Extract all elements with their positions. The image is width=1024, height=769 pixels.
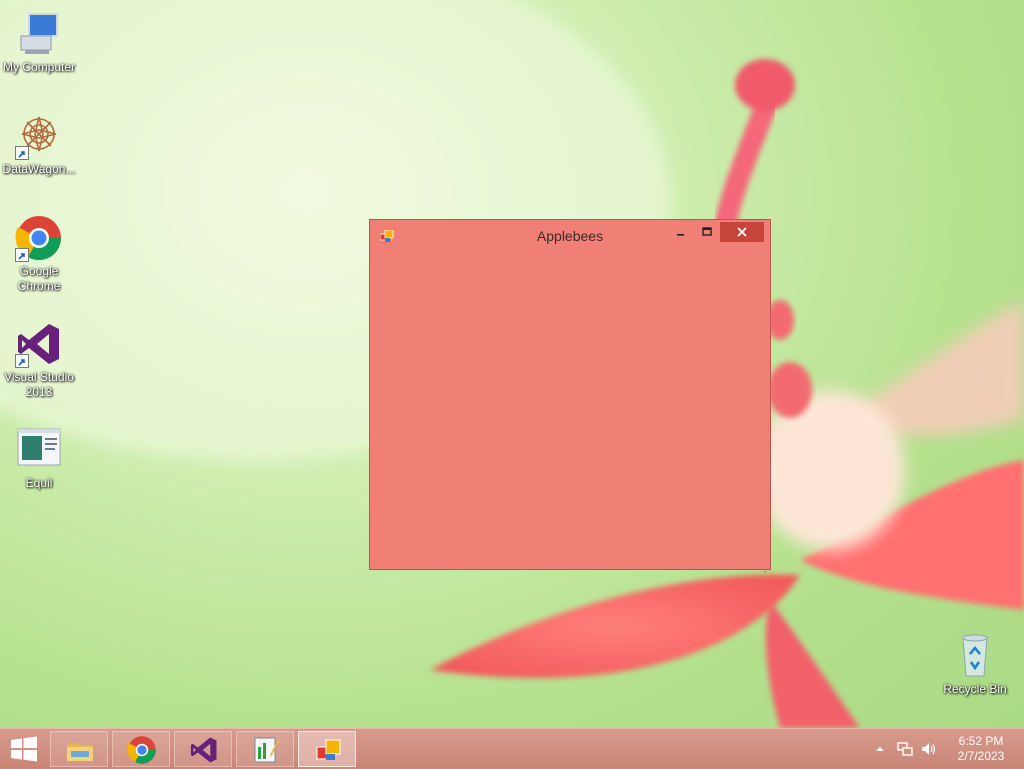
equil-icon <box>254 737 279 763</box>
shortcut-arrow-icon <box>15 146 29 160</box>
desktop-icon-label: DataWagon... <box>2 162 76 176</box>
equil-icon <box>15 426 63 474</box>
resize-grip-icon[interactable] <box>761 560 767 573</box>
shortcut-arrow-icon <box>15 354 29 368</box>
taskbar: 6:52 PM 2/7/2023 <box>0 728 1024 769</box>
desktop-icon-label: Recycle Bin <box>943 682 1007 696</box>
taskbar-google-chrome[interactable] <box>112 731 170 767</box>
minimize-button[interactable] <box>668 222 694 242</box>
desktop-icon-label: Equil <box>25 476 53 490</box>
network-button[interactable] <box>896 740 914 758</box>
desktop-icon-visual-studio[interactable]: Visual Studio 2013 <box>0 320 78 400</box>
chrome-icon <box>127 736 156 764</box>
speaker-icon <box>922 743 936 755</box>
network-icon <box>897 742 913 756</box>
minimize-icon <box>677 234 684 236</box>
desktop-icon-datawagon[interactable]: DataWagon... <box>0 112 78 177</box>
show-hidden-icons-button[interactable] <box>872 741 888 757</box>
clock-date: 2/7/2023 <box>957 749 1005 763</box>
chrome-icon <box>15 214 63 262</box>
visual-studio-icon <box>15 320 63 368</box>
desktop-icon-my-computer[interactable]: My Computer <box>0 10 78 75</box>
file-explorer-icon <box>67 743 93 761</box>
window-titlebar[interactable]: Applebees <box>370 220 770 250</box>
windows-logo-icon <box>11 736 37 762</box>
taskbar-file-explorer[interactable] <box>50 731 108 767</box>
clock-time: 6:52 PM <box>958 734 1004 748</box>
taskbar-visual-studio[interactable] <box>174 731 232 767</box>
clock[interactable]: 6:52 PM 2/7/2023 <box>946 734 1016 764</box>
visual-studio-icon <box>190 737 217 763</box>
desktop-icon-label: Visual Studio 2013 <box>4 370 74 399</box>
datawagon-icon <box>15 112 63 160</box>
desktop-icon-recycle-bin[interactable]: Recycle Bin <box>936 632 1014 697</box>
close-icon <box>737 227 747 237</box>
app-window-icon <box>316 739 341 760</box>
taskbar-equil[interactable] <box>236 731 294 767</box>
start-button[interactable] <box>0 729 48 769</box>
computer-icon <box>15 10 63 58</box>
desktop-icon-label: Google Chrome <box>17 264 61 293</box>
applebees-window[interactable]: Applebees <box>369 219 771 573</box>
desktop-icon-label: My Computer <box>2 60 76 74</box>
window-client-area[interactable] <box>370 250 770 569</box>
recycle-bin-icon <box>951 632 999 680</box>
desktop-icon-equil[interactable]: Equil <box>0 426 78 491</box>
chevron-up-icon <box>876 747 884 751</box>
taskbar-applebees[interactable] <box>298 731 356 767</box>
volume-button[interactable] <box>920 740 938 758</box>
close-button[interactable] <box>720 222 764 242</box>
shortcut-arrow-icon <box>15 248 29 262</box>
maximize-icon <box>702 227 712 236</box>
desktop-icon-google-chrome[interactable]: Google Chrome <box>0 214 78 294</box>
maximize-button[interactable] <box>694 222 720 242</box>
